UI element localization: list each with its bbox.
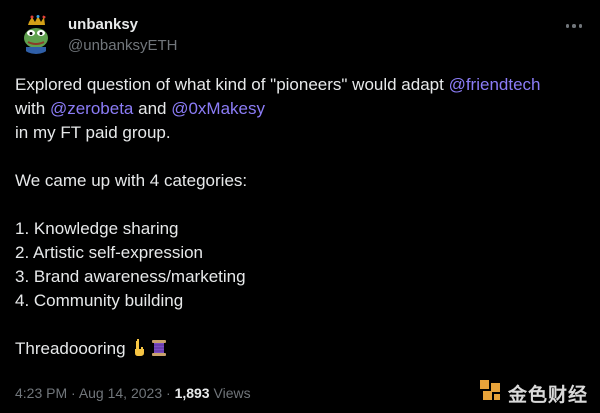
list-item: 3. Brand awareness/marketing [15,267,246,286]
more-options-icon[interactable] [562,16,586,36]
tweet-text-segment: and [133,99,172,118]
tweet-text-segment: with [15,99,50,118]
tweet-metadata: 4:23 PM · Aug 14, 2023 · 1,893 Views [15,385,251,401]
author-name[interactable]: unbanksy [68,16,138,33]
list-item: 2. Artistic self-expression [15,243,204,262]
meta-separator: · [67,385,79,401]
mention-0xmakesy-link[interactable]: @0xMakesy [171,99,265,118]
closing-text: Threadoooring [15,339,126,358]
list-item: 1. Knowledge sharing [15,219,179,238]
jinse-logo-icon [479,380,502,407]
pepe-king-avatar-icon[interactable] [16,14,56,54]
views-count: 1,893 [174,385,210,401]
meta-separator: · [162,385,175,401]
tweet-line-2: with @zerobeta and @0xMakesy [15,97,590,121]
mention-zerobeta-link[interactable]: @zerobeta [50,99,133,118]
watermark-text: 金色财经 [507,384,588,406]
author-handle[interactable]: @unbanksyETH [68,37,177,54]
tweet-card: unbanksy @unbanksyETH Explored question … [0,0,600,413]
tweet-line-1: Explored question of what kind of "pione… [15,73,590,97]
views-label: Views [209,385,251,401]
tweet-line-4: We came up with 4 categories: [15,171,248,190]
mention-friendtech-link[interactable]: @friendtech [449,75,541,94]
list-item: 4. Community building [15,291,184,310]
tweet-closing-line: Threadoooring [15,337,590,361]
spool-of-thread-icon [150,339,168,364]
tweet-text-segment: Explored question of what kind of "pione… [15,75,449,94]
tweet-line-3: in my FT paid group. [15,123,171,142]
tweet-text: Explored question of what kind of "pione… [15,73,590,361]
watermark: 金色财经 [479,380,588,407]
tweet-time[interactable]: 4:23 PM [15,385,67,401]
tweet-date[interactable]: Aug 14, 2023 [79,385,162,401]
pointing-down-hand-icon [130,339,148,364]
